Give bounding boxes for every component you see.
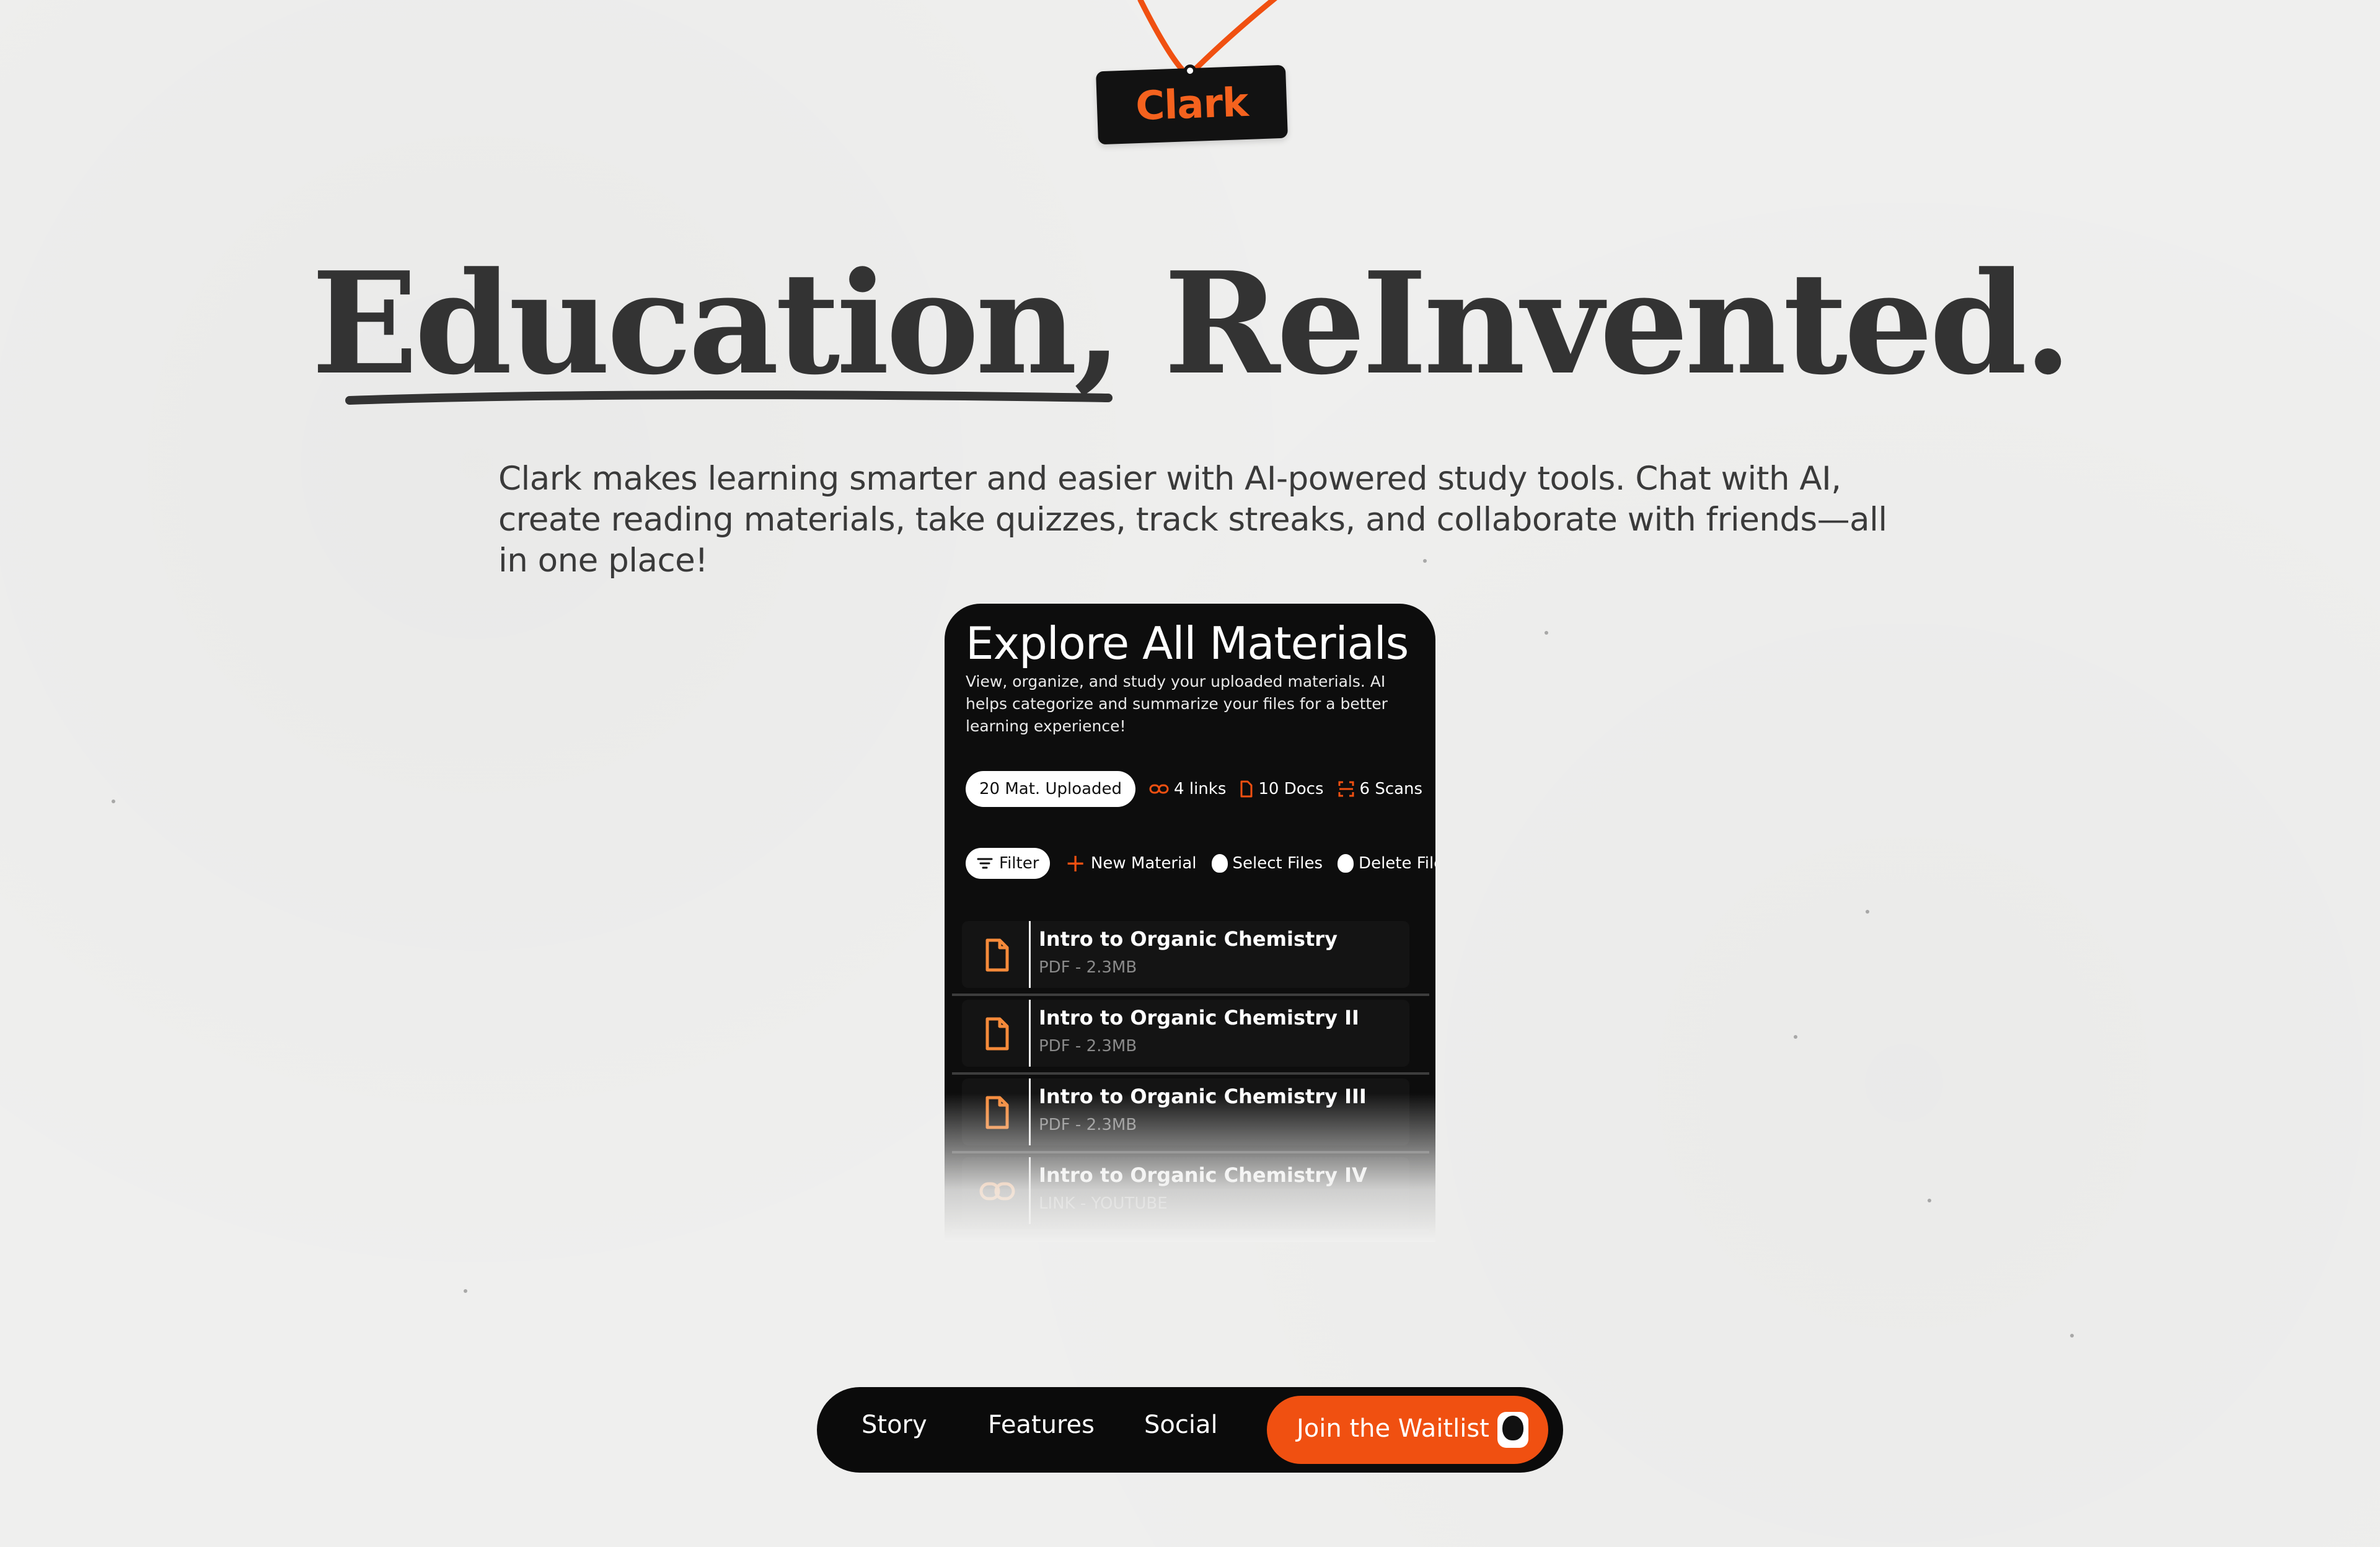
material-title: Intro to Organic Chemistry: [1039, 927, 1338, 951]
brand-logo[interactable]: Clark: [1091, 0, 1289, 149]
select-files-button[interactable]: Select Files: [1211, 854, 1323, 873]
materials-list: Intro to Organic Chemistry PDF - 2.3MB I…: [952, 917, 1429, 1232]
paper-speck: [1866, 910, 1869, 914]
row-divider: [1029, 1000, 1031, 1067]
links-stat-label: 4 links: [1174, 780, 1227, 798]
material-meta: PDF - 2.3MB: [1039, 1116, 1137, 1134]
nav-story-link[interactable]: Story: [862, 1411, 927, 1439]
material-title: Intro to Organic Chemistry II: [1039, 1006, 1359, 1029]
materials-description: View, organize, and study your uploaded …: [966, 672, 1388, 735]
link-icon: [1149, 784, 1169, 794]
row-divider: [1029, 1078, 1031, 1145]
filter-button-label: Filter: [999, 854, 1039, 873]
materials-toolbar: Filter + New Material Select Files Delet…: [966, 848, 1435, 879]
app-preview-card: Explore All Materials View, organize, an…: [945, 604, 1435, 1242]
hero-intro: Clark makes learning smarter and easier …: [498, 460, 1887, 580]
logo-hole: [1183, 64, 1197, 77]
new-material-label: New Material: [1090, 854, 1197, 873]
filter-button[interactable]: Filter: [966, 848, 1051, 879]
row-divider: [1029, 921, 1031, 988]
scan-icon: [1338, 781, 1354, 797]
material-card: Intro to Organic Chemistry II PDF - 2.3M…: [962, 1000, 1409, 1067]
headline-underline: [345, 390, 1113, 405]
select-files-label: Select Files: [1232, 854, 1323, 873]
scans-stat[interactable]: 6 Scans: [1338, 780, 1423, 798]
paper-speck: [1928, 1199, 1931, 1202]
select-files-icon: [1211, 854, 1228, 873]
paper-speck: [1545, 631, 1548, 635]
delete-files-button[interactable]: Delete Files: [1338, 854, 1435, 873]
material-title: Intro to Organic Chemistry III: [1039, 1085, 1367, 1108]
document-icon: [1240, 780, 1253, 798]
logo-tag: Clark: [1096, 64, 1288, 145]
docs-stat-label: 10 Docs: [1258, 780, 1324, 798]
material-row[interactable]: Intro to Organic Chemistry PDF - 2.3MB: [952, 917, 1429, 996]
join-waitlist-label: Join the Waitlist: [1297, 1414, 1489, 1443]
material-row[interactable]: Intro to Organic Chemistry II PDF - 2.3M…: [952, 996, 1429, 1075]
waitlist-icon: [1497, 1412, 1528, 1448]
filter-icon: [977, 858, 993, 869]
hero-headline: Education, ReInvented.: [311, 242, 2072, 406]
links-stat[interactable]: 4 links: [1149, 780, 1226, 798]
row-divider: [1029, 1157, 1031, 1224]
docs-stat[interactable]: 10 Docs: [1240, 780, 1324, 798]
material-card: Intro to Organic Chemistry III PDF - 2.3…: [962, 1078, 1409, 1145]
material-row[interactable]: Intro to Organic Chemistry IV LINK - YOU…: [952, 1153, 1429, 1232]
bottom-nav: Story Features Social Join the Waitlist: [817, 1387, 1563, 1473]
delete-files-label: Delete Files: [1359, 854, 1435, 873]
material-meta: PDF - 2.3MB: [1039, 1037, 1137, 1056]
uploaded-count-badge[interactable]: 20 Mat. Uploaded: [966, 771, 1136, 807]
join-waitlist-button[interactable]: Join the Waitlist: [1267, 1396, 1548, 1464]
nav-features-link[interactable]: Features: [988, 1411, 1095, 1439]
material-meta: PDF - 2.3MB: [1039, 958, 1137, 977]
document-icon: [979, 936, 1015, 974]
material-meta: LINK - YOUTUBE: [1039, 1194, 1168, 1213]
link-icon: [979, 1172, 1015, 1210]
material-row[interactable]: Intro to Organic Chemistry III PDF - 2.3…: [952, 1075, 1429, 1153]
nav-social-link[interactable]: Social: [1144, 1411, 1218, 1439]
paper-speck: [112, 800, 115, 803]
scans-stat-label: 6 Scans: [1359, 780, 1423, 798]
material-title: Intro to Organic Chemistry IV: [1039, 1163, 1367, 1187]
document-icon: [979, 1093, 1015, 1132]
paper-speck: [1794, 1035, 1797, 1039]
paper-speck: [464, 1289, 467, 1293]
plus-icon: +: [1065, 849, 1086, 878]
material-card: Intro to Organic Chemistry IV LINK - YOU…: [962, 1157, 1409, 1224]
material-card: Intro to Organic Chemistry PDF - 2.3MB: [962, 921, 1409, 988]
document-icon: [979, 1015, 1015, 1053]
paper-speck: [2070, 1334, 2074, 1338]
materials-title: Explore All Materials: [966, 617, 1409, 669]
delete-files-icon: [1338, 854, 1354, 873]
logo-text: Clark: [1135, 79, 1249, 130]
new-material-button[interactable]: + New Material: [1065, 849, 1197, 878]
materials-stats: 20 Mat. Uploaded 4 links 10 Docs 6 Scans: [966, 771, 1422, 807]
